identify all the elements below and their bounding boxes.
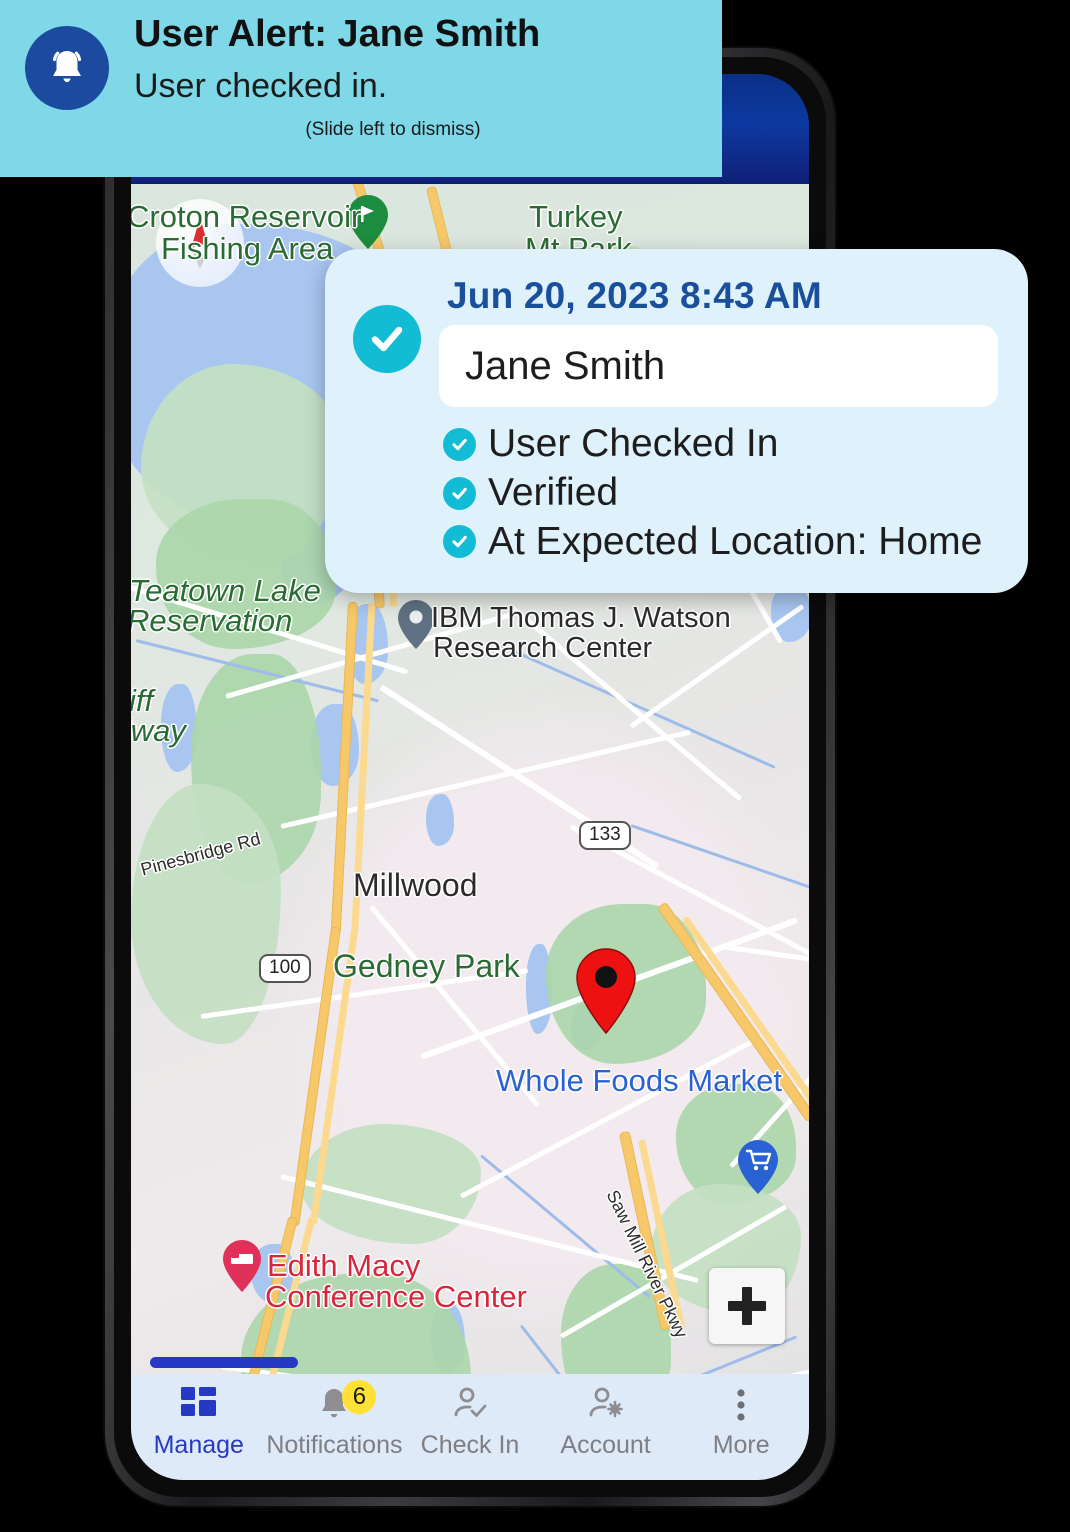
nav-label-notifications: Notifications	[266, 1431, 403, 1459]
user-name-value: Jane Smith	[465, 343, 666, 388]
status-label-expected-location: At Expected Location: Home	[488, 519, 983, 563]
screenshot-root: Croton Reservoir Fishing Area Turkey Mt …	[0, 0, 1070, 1532]
map-label-turkey: Turkey	[529, 199, 623, 234]
map-label-fishing-area: Fishing Area	[161, 231, 334, 266]
check-circle-icon	[443, 525, 476, 559]
nav-label-account: Account	[560, 1431, 651, 1459]
user-alert-notification-banner[interactable]: User Alert: Jane Smith User checked in. …	[0, 0, 722, 177]
bell-icon: 6	[314, 1380, 377, 1426]
alert-subtitle: User checked in.	[134, 66, 388, 105]
nav-label-manage: Manage	[153, 1431, 244, 1459]
kebab-menu-icon	[721, 1384, 761, 1426]
nav-item-manage[interactable]: Manage	[131, 1384, 267, 1460]
map-label-gedney-park: Gedney Park	[333, 948, 520, 984]
checkin-detail-card[interactable]: Jun 20, 2023 8:43 AM Jane Smith User Che…	[325, 249, 1028, 593]
nav-item-notifications[interactable]: 6 Notifications	[266, 1380, 403, 1460]
alert-dismiss-hint: (Slide left to dismiss)	[305, 119, 481, 141]
person-gear-icon	[586, 1384, 626, 1426]
map-zoom-in-button[interactable]	[709, 1268, 785, 1344]
check-circle-icon	[443, 476, 476, 510]
checkin-timestamp: Jun 20, 2023 8:43 AM	[447, 275, 822, 316]
map-label-whole-foods-market: Whole Foods Market	[496, 1063, 782, 1098]
alert-icon-container	[0, 14, 134, 110]
user-location-pin[interactable]	[574, 947, 638, 1035]
checkin-card-body: Jun 20, 2023 8:43 AM Jane Smith User Che…	[439, 275, 998, 567]
map-label-railway: ilway	[131, 713, 186, 748]
map-label-edith-macy-2: Conference Center	[265, 1279, 527, 1314]
map-label-reservation: Reservation	[131, 603, 293, 638]
alert-text-container: User Alert: Jane Smith User checked in. …	[134, 13, 722, 141]
ibm-research-poi-marker[interactable]	[396, 599, 436, 656]
status-row-checked-in: User Checked In	[443, 421, 998, 468]
nav-label-checkin: Check In	[420, 1431, 520, 1459]
bell-icon	[25, 26, 109, 110]
nav-label-more: More	[712, 1431, 770, 1459]
checkin-status-list: User Checked In Verified At Expected Loc…	[439, 421, 998, 565]
map-route-shield-133: 133	[579, 821, 631, 850]
map-water-pond-e	[426, 794, 454, 846]
bottom-navigation-bar: Manage 6 Notifications Check In Account …	[131, 1374, 809, 1480]
map-label-ibm-research-1: IBM Thomas J. Watson	[431, 602, 731, 634]
status-row-expected-location: At Expected Location: Home	[443, 519, 998, 566]
check-circle-icon	[353, 305, 421, 373]
map-route-shield-100: 100	[259, 954, 311, 983]
nav-item-account[interactable]: Account	[538, 1384, 674, 1460]
edith-macy-poi-marker[interactable]	[221, 1239, 263, 1298]
user-name-input[interactable]: Jane Smith	[439, 325, 998, 407]
status-label-checked-in: User Checked In	[488, 422, 779, 465]
status-label-verified: Verified	[488, 470, 619, 514]
plus-icon	[728, 1287, 766, 1325]
active-tab-indicator	[150, 1357, 298, 1368]
map-label-millwood: Millwood	[353, 867, 478, 903]
alert-title: User Alert: Jane Smith	[134, 13, 541, 55]
check-circle-icon	[443, 427, 476, 461]
map-label-ibm-research-2: Research Center	[433, 632, 653, 664]
person-check-icon	[450, 1384, 490, 1426]
status-row-verified: Verified	[443, 470, 998, 517]
notifications-badge: 6	[342, 1380, 377, 1414]
whole-foods-poi-marker[interactable]	[736, 1139, 780, 1200]
nav-item-checkin[interactable]: Check In	[402, 1384, 538, 1460]
nav-item-more[interactable]: More	[673, 1384, 809, 1460]
map-label-croton-reservoir: Croton Reservoir	[131, 199, 362, 234]
dashboard-icon	[179, 1384, 219, 1426]
